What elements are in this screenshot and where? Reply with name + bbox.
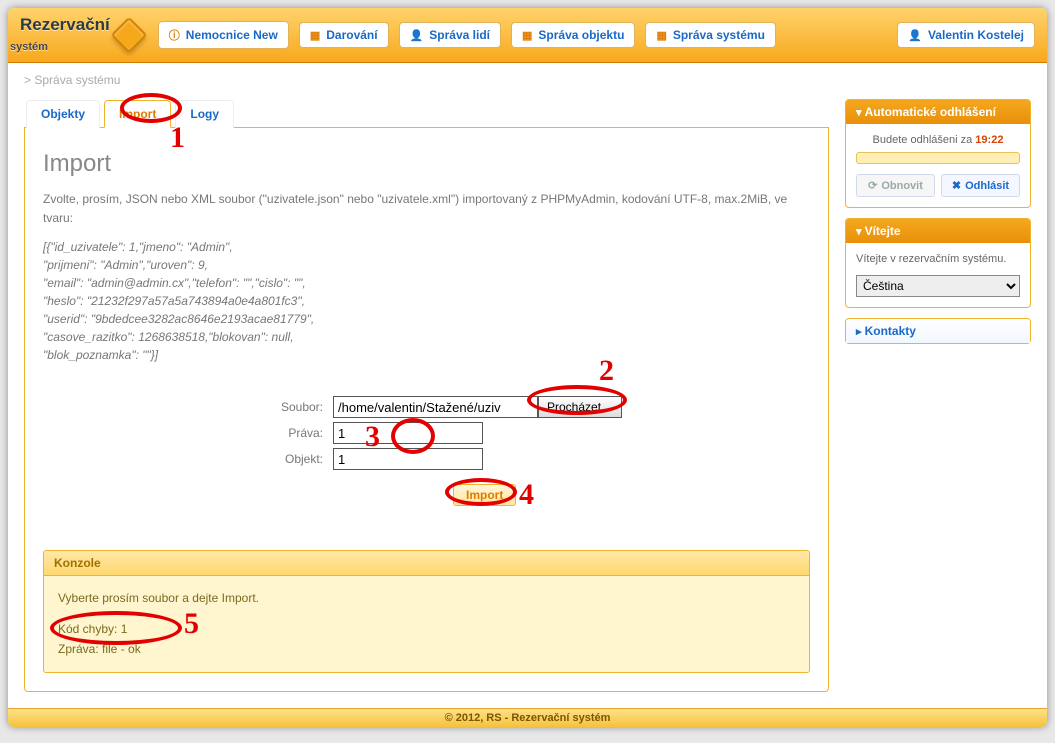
logout-time: 19:22 [975,134,1003,146]
grid-icon: ▦ [310,29,320,42]
app-shell: Rezervační systém ⓘNemocnice New ▦Darová… [8,8,1047,727]
logo-line2: systém [10,41,48,53]
konzole-title: Konzole [44,551,809,576]
nav-sprava-lidi[interactable]: 👤Správa lidí [399,22,501,48]
person-icon: 👤 [410,29,424,42]
label-objekt: Objekt: [43,452,333,466]
panel-welcome: Vítejte Vítejte v rezervačním systému. Č… [845,218,1031,308]
logout-text: Budete odhlášeni za 19:22 [856,134,1020,146]
input-prava[interactable] [333,422,483,444]
refresh-icon: ⟳ [868,179,877,192]
logo-diamond-icon [110,17,147,54]
info-icon: ⓘ [169,27,180,43]
label-prava: Práva: [43,426,333,440]
panel-kontakty: Kontakty [845,318,1031,344]
breadcrumb: > Správa systému [8,63,1047,89]
logo-line1: Rezervační [20,15,110,34]
panel-welcome-header[interactable]: Vítejte [846,219,1030,243]
language-select[interactable]: Čeština [856,275,1020,297]
konzole-line-2: Kód chyby: 1 [58,619,795,639]
tab-content: Import Zvolte, prosím, JSON nebo XML sou… [24,128,829,692]
person-icon: 👤 [908,29,922,42]
nav-darovani[interactable]: ▦Darování [299,22,389,48]
panel-logout-header[interactable]: Automatické odhlášení [846,100,1030,124]
annotation-number-4: 4 [519,478,534,512]
panel-logout: Automatické odhlášení Budete odhlášeni z… [845,99,1031,208]
konzole-line-1: Vyberte prosím soubor a dejte Import. [58,588,795,608]
row-prava: Práva: [43,422,810,444]
nav-sprava-systemu[interactable]: ▦Správa systému [645,22,775,48]
logo: Rezervační systém [20,15,142,55]
odhlasit-button[interactable]: ✖Odhlásit [941,174,1020,197]
close-icon: ✖ [952,179,961,192]
grid-icon: ▦ [522,29,532,42]
label-soubor: Soubor: [43,400,333,414]
instructions: Zvolte, prosím, JSON nebo XML soubor ("u… [43,190,810,228]
nav-user[interactable]: 👤Valentin Kostelej [897,22,1035,48]
browse-button[interactable]: Procházet… [538,396,622,418]
row-soubor: Soubor: Procházet… [43,396,810,418]
input-objekt[interactable] [333,448,483,470]
page-title: Import [43,150,810,178]
konzole-line-3: Zpráva: file - ok [58,639,795,659]
tab-objekty[interactable]: Objekty [26,100,100,128]
json-example: [{"id_uzivatele": 1,"jmeno": "Admin", "p… [43,238,810,364]
welcome-text: Vítejte v rezervačním systému. [856,253,1020,265]
panel-kontakty-header[interactable]: Kontakty [846,319,1030,343]
obnovit-button[interactable]: ⟳Obnovit [856,174,935,197]
nav-nemocnice[interactable]: ⓘNemocnice New [158,21,289,49]
nav-sprava-objektu[interactable]: ▦Správa objektu [511,22,635,48]
tab-import[interactable]: Import [104,100,171,128]
footer: © 2012, RS - Rezervační systém [8,708,1047,727]
import-button[interactable]: Import [453,484,516,506]
grid-icon: ▦ [656,29,666,42]
row-objekt: Objekt: [43,448,810,470]
input-soubor-path[interactable] [333,396,538,418]
logout-progress [856,152,1020,164]
konzole-panel: Konzole Vyberte prosím soubor a dejte Im… [43,550,810,672]
top-nav: Rezervační systém ⓘNemocnice New ▦Darová… [8,8,1047,63]
tab-logy[interactable]: Logy [175,100,234,128]
tabs: Objekty Import Logy 1 [24,99,829,128]
